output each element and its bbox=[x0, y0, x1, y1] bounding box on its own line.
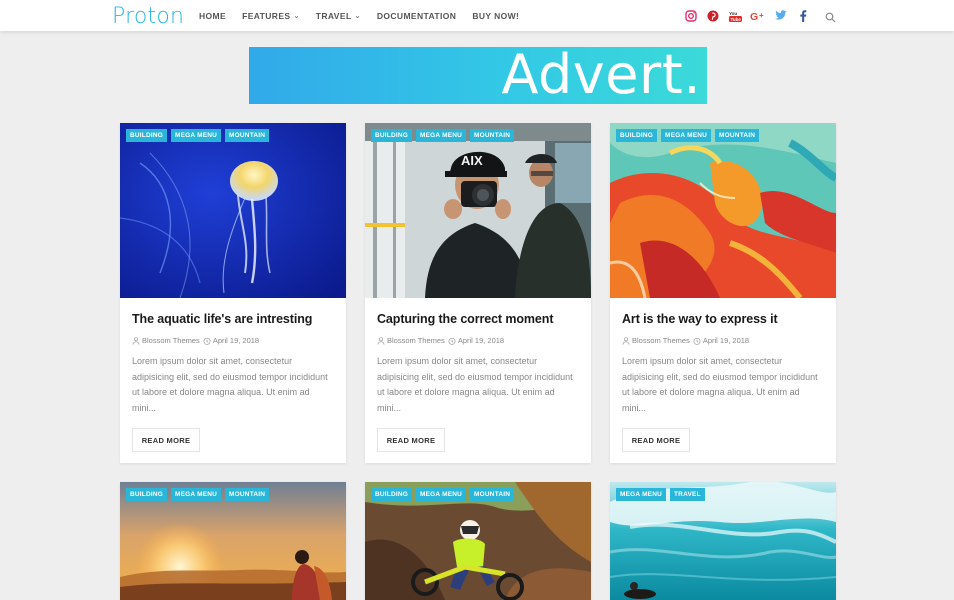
nav-item-buy-now[interactable]: BUY NOW! bbox=[472, 11, 519, 21]
tag-mega-menu[interactable]: MEGA MENU bbox=[661, 129, 712, 142]
tag-list: BUILDING MEGA MENU MOUNTAIN bbox=[616, 129, 763, 142]
post-date: April 19, 2018 bbox=[457, 336, 505, 345]
tag-building[interactable]: BUILDING bbox=[126, 488, 168, 501]
post-author[interactable]: Blossom Themes bbox=[632, 336, 690, 345]
nav-item-home[interactable]: HOME bbox=[199, 11, 226, 21]
chevron-down-icon: ⌄ bbox=[354, 12, 361, 20]
main-nav: HOME FEATURES ⌄ TRAVEL ⌄ DOCUMENTATION BUY… bbox=[199, 0, 535, 31]
social-links: You Tube G + bbox=[684, 0, 818, 31]
read-more-button[interactable]: READ MORE bbox=[377, 428, 445, 452]
advert-banner[interactable]: Advert. bbox=[249, 47, 707, 104]
post-excerpt: Lorem ipsum dolor sit amet, consectetur … bbox=[132, 356, 328, 413]
post-author[interactable]: Blossom Themes bbox=[142, 336, 200, 345]
tag-list: BUILDING MEGA MENU MOUNTAIN bbox=[126, 488, 273, 501]
tag-mega-menu[interactable]: MEGA MENU bbox=[616, 488, 667, 501]
tag-list: BUILDING MEGA MENU MOUNTAIN bbox=[371, 129, 518, 142]
nav-item-label: FEATURES bbox=[242, 10, 291, 21]
post-card: BUILDING MEGA MENU MOUNTAIN bbox=[365, 482, 591, 600]
user-icon bbox=[622, 336, 630, 345]
post-excerpt: Lorem ipsum dolor sit amet, consectetur … bbox=[377, 356, 573, 413]
tag-mountain[interactable]: MOUNTAIN bbox=[225, 129, 270, 142]
read-more-button[interactable]: READ MORE bbox=[622, 428, 690, 452]
post-thumbnail[interactable]: BUILDING MEGA MENU MOUNTAIN bbox=[610, 123, 836, 298]
post-meta: Blossom Themes April 19, 2018 bbox=[377, 336, 579, 345]
nav-item-documentation[interactable]: DOCUMENTATION bbox=[377, 11, 457, 21]
tag-mega-menu[interactable]: MEGA MENU bbox=[171, 129, 222, 142]
post-title[interactable]: Art is the way to express it bbox=[622, 312, 824, 326]
svg-text:AIX: AIX bbox=[461, 153, 483, 168]
post-date: April 19, 2018 bbox=[212, 336, 260, 345]
post-thumbnail[interactable]: BUILDING MEGA MENU MOUNTAIN bbox=[120, 482, 346, 600]
tag-mountain[interactable]: MOUNTAIN bbox=[470, 488, 515, 501]
user-icon bbox=[132, 336, 140, 345]
nav-item-travel[interactable]: TRAVEL ⌄ bbox=[316, 11, 361, 21]
post-date: April 19, 2018 bbox=[702, 336, 750, 345]
tag-mountain[interactable]: MOUNTAIN bbox=[470, 129, 515, 142]
clock-icon bbox=[203, 337, 211, 345]
nav-item-label: TRAVEL bbox=[315, 10, 352, 21]
clock-icon bbox=[448, 337, 456, 345]
tag-travel[interactable]: TRAVEL bbox=[670, 488, 705, 501]
read-more-button[interactable]: READ MORE bbox=[132, 428, 200, 452]
clock-icon bbox=[693, 337, 701, 345]
advert-text: Advert. bbox=[501, 47, 701, 104]
instagram-icon[interactable] bbox=[684, 9, 698, 23]
post-card: BUILDING MEGA MENU MOUNTAIN Art is the w… bbox=[610, 123, 836, 463]
tag-building[interactable]: BUILDING bbox=[616, 129, 658, 142]
tag-mega-menu[interactable]: MEGA MENU bbox=[171, 488, 222, 501]
post-card: BUILDING MEGA MENU MOUNTAIN The aquatic … bbox=[120, 123, 346, 463]
svg-text:G: G bbox=[750, 11, 758, 22]
post-card: AIX BUILDING MEGA MENU MOUNTAIN Capturin… bbox=[365, 123, 591, 463]
tag-mega-menu[interactable]: MEGA MENU bbox=[416, 488, 467, 501]
post-meta: Blossom Themes April 19, 2018 bbox=[622, 336, 824, 345]
tag-list: BUILDING MEGA MENU MOUNTAIN bbox=[126, 129, 273, 142]
tag-list: MEGA MENU TRAVEL bbox=[616, 488, 709, 501]
site-logo[interactable]: Proton bbox=[112, 4, 184, 29]
post-author[interactable]: Blossom Themes bbox=[387, 336, 445, 345]
post-title[interactable]: The aquatic life's are intresting bbox=[132, 312, 334, 326]
post-meta: Blossom Themes April 19, 2018 bbox=[132, 336, 334, 345]
post-excerpt: Lorem ipsum dolor sit amet, consectetur … bbox=[622, 356, 818, 413]
tag-building[interactable]: BUILDING bbox=[371, 129, 413, 142]
nav-item-label: DOCUMENTATION bbox=[376, 10, 457, 21]
tag-mega-menu[interactable]: MEGA MENU bbox=[416, 129, 467, 142]
post-card: BUILDING MEGA MENU MOUNTAIN bbox=[120, 482, 346, 600]
pinterest-icon[interactable] bbox=[706, 9, 720, 23]
chevron-down-icon: ⌄ bbox=[293, 12, 300, 20]
user-icon bbox=[377, 336, 385, 345]
post-thumbnail[interactable]: MEGA MENU TRAVEL bbox=[610, 482, 836, 600]
search-icon[interactable] bbox=[825, 10, 836, 23]
svg-text:You: You bbox=[729, 11, 737, 16]
post-thumbnail[interactable]: BUILDING MEGA MENU MOUNTAIN bbox=[120, 123, 346, 298]
post-thumbnail[interactable]: AIX BUILDING MEGA MENU MOUNTAIN bbox=[365, 123, 591, 298]
post-card: MEGA MENU TRAVEL bbox=[610, 482, 836, 600]
twitter-icon[interactable] bbox=[774, 9, 788, 23]
facebook-icon[interactable] bbox=[796, 9, 810, 23]
svg-text:Tube: Tube bbox=[730, 16, 741, 21]
nav-item-label: BUY NOW! bbox=[472, 10, 520, 21]
youtube-icon[interactable]: You Tube bbox=[728, 9, 742, 23]
nav-item-label: HOME bbox=[199, 10, 227, 21]
svg-text:+: + bbox=[759, 11, 764, 20]
site-header: Proton HOME FEATURES ⌄ TRAVEL ⌄ DOCUMENTAT… bbox=[0, 0, 954, 31]
post-title[interactable]: Capturing the correct moment bbox=[377, 312, 579, 326]
nav-item-features[interactable]: FEATURES ⌄ bbox=[242, 11, 300, 21]
google-plus-icon[interactable]: G + bbox=[750, 9, 766, 23]
tag-mountain[interactable]: MOUNTAIN bbox=[225, 488, 270, 501]
tag-building[interactable]: BUILDING bbox=[126, 129, 168, 142]
tag-building[interactable]: BUILDING bbox=[371, 488, 413, 501]
tag-list: BUILDING MEGA MENU MOUNTAIN bbox=[371, 488, 518, 501]
tag-mountain[interactable]: MOUNTAIN bbox=[715, 129, 760, 142]
post-thumbnail[interactable]: BUILDING MEGA MENU MOUNTAIN bbox=[365, 482, 591, 600]
